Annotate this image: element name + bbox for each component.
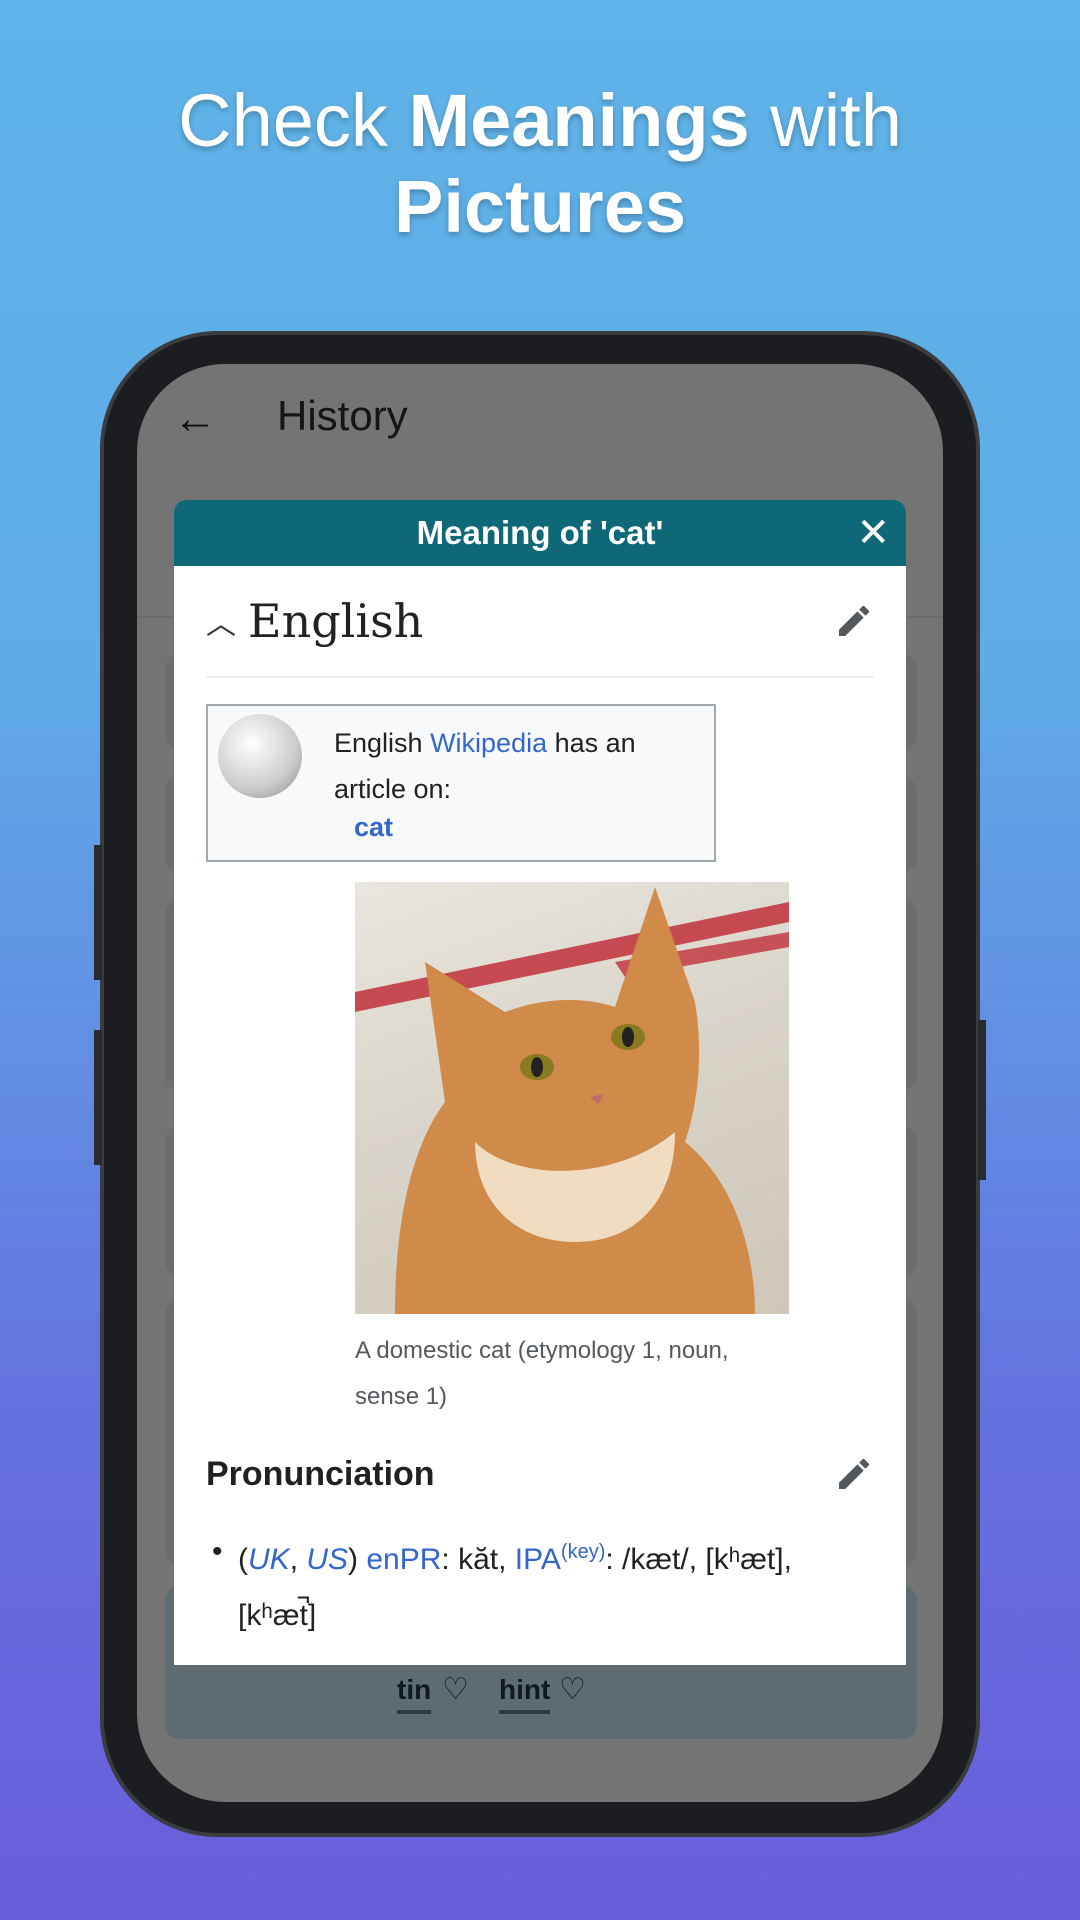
headline-bold: Meanings [408,79,750,162]
dialog-header: Meaning of 'cat' ✕ [174,500,906,566]
word-link[interactable]: tin [397,1674,432,1714]
enpr-link[interactable]: enPR [366,1543,441,1576]
chevron-up-icon[interactable]: ︿ [206,599,236,643]
headline: Check Meanings with Pictures [0,78,1080,250]
pronunciation-item: (UK, US) enPR: kăt, IPA(key): /kæt/, [kʰ… [206,1524,874,1644]
ipa-link[interactable]: IPA [515,1543,561,1576]
headline-text: with [749,79,902,162]
wiki-article-link[interactable]: cat [354,812,393,843]
cat-photo [355,882,789,1314]
headline-bold: Pictures [393,165,687,248]
edit-pencil-icon[interactable] [834,1454,874,1494]
heart-icon[interactable]: ♡ [442,1672,469,1707]
close-icon[interactable]: ✕ [856,500,890,566]
wikipedia-link[interactable]: Wikipedia [430,728,547,758]
power-button [978,1020,986,1180]
word-link[interactable]: hint [499,1674,551,1714]
heart-icon[interactable]: ♡ [559,1672,586,1707]
back-arrow-icon[interactable]: ← [173,394,217,444]
enpr-value: : kăt, [441,1543,515,1576]
wikipedia-globe-icon [218,714,302,798]
pronunciation-heading: Pronunciation [206,1454,435,1493]
ipa-key-link[interactable]: (key) [561,1541,605,1563]
dialog-title: Meaning of 'cat' [416,514,664,551]
language-heading: English [248,594,424,648]
wikipedia-box: English Wikipedia has an article on: cat [206,704,716,862]
meaning-dialog: Meaning of 'cat' ✕ ︿ English English Wik… [174,500,906,1665]
wiki-text: English [334,728,431,758]
us-link[interactable]: US [306,1543,348,1576]
headline-text: Check [178,79,409,162]
volume-button [94,845,102,980]
image-caption: A domestic cat (etymology 1, noun, sense… [355,1337,729,1410]
uk-link[interactable]: UK [248,1543,290,1576]
app-title: History [277,392,408,439]
volume-button [94,1030,102,1165]
language-section-header[interactable]: ︿ English [206,566,874,678]
edit-pencil-icon[interactable] [834,601,874,641]
